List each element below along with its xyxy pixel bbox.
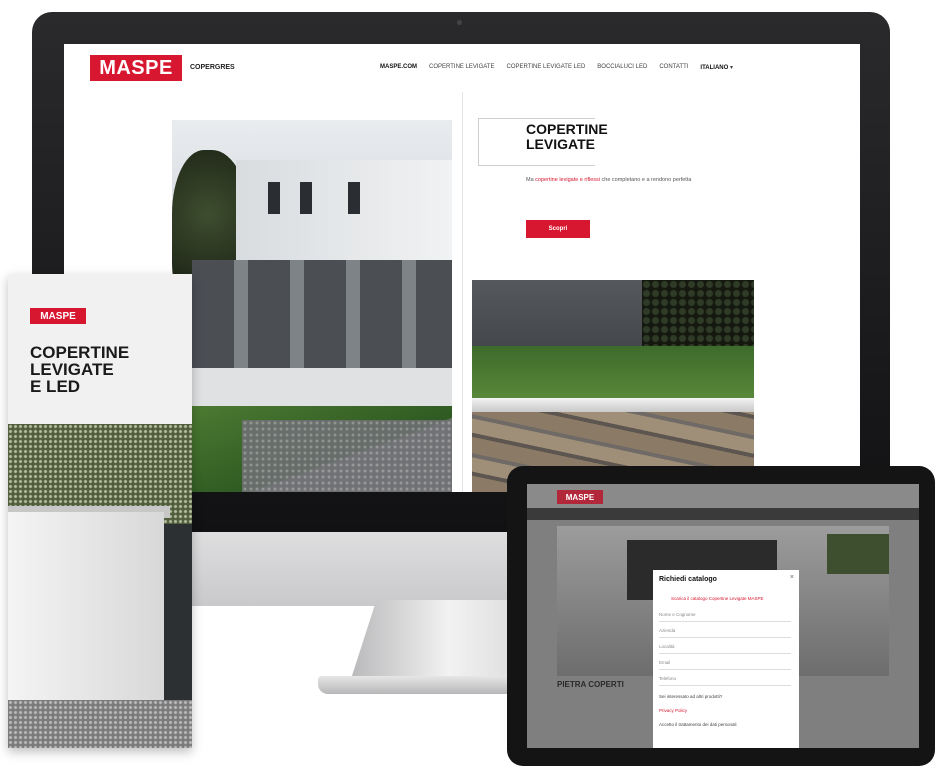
email-field[interactable]: Email: [659, 660, 791, 670]
fence-shape: [192, 260, 452, 370]
nav-item-maspe[interactable]: MASPE.COM: [380, 64, 417, 71]
tablet-logo[interactable]: MASPE: [557, 490, 603, 504]
close-icon[interactable]: ×: [790, 574, 794, 581]
page-title: COPERTINE LEVIGATE: [526, 122, 666, 152]
hedge-shape: [642, 280, 754, 350]
gravel-shape: [8, 700, 192, 748]
brochure-photo: [8, 424, 192, 748]
tablet-screen: MASPE PIETRA COPERTI Richiedi catalogo ×…: [527, 484, 919, 748]
main-nav: MASPE.COM COPERTINE LEVIGATE COPERTINE L…: [380, 64, 733, 71]
brochure-title: COPERTINE LEVIGATE E LED: [30, 344, 129, 395]
modal-title: Richiedi catalogo: [659, 576, 717, 583]
brochure-logo: MASPE: [30, 308, 86, 324]
intro-pre: Ma: [526, 177, 536, 183]
intro-post: che completano e a rendono perfetta: [599, 177, 692, 183]
tablet-subnav: [527, 508, 919, 520]
site-header: MASPE COPERGRES MASPE.COM COPERTINE LEVI…: [64, 44, 860, 92]
nav-item-boccialuci-led[interactable]: BOCCIALUCI LED: [597, 64, 647, 71]
catalog-modal: Richiedi catalogo × Scarica il catalogo …: [653, 570, 799, 748]
consent-checkbox-label[interactable]: Accetto il trattamento dei dati personal…: [659, 722, 793, 728]
brochure-cover: MASPE COPERTINE LEVIGATE E LED: [8, 274, 192, 748]
nav-item-copertine-levigate-led[interactable]: COPERTINE LEVIGATE LED: [506, 64, 585, 71]
window-shape: [268, 182, 280, 214]
language-label: ITALIANO: [700, 65, 729, 71]
nav-item-language[interactable]: ITALIANO ▾: [700, 64, 733, 71]
brochure-title-line3: E LED: [30, 377, 81, 396]
brochure-title-line2: LEVIGATE: [30, 360, 114, 379]
other-products-question: Sei interessato ad altri prodotti?: [659, 694, 723, 699]
gravel-shape: [242, 420, 452, 492]
coping-shape: [472, 398, 754, 412]
logo-subtitle: COPERGRES: [190, 64, 235, 71]
page-title-line1: COPERTINE: [526, 121, 608, 137]
window-shape: [300, 182, 312, 214]
phone-field[interactable]: Telefono: [659, 676, 791, 686]
lawn-shape: [472, 346, 754, 402]
column-divider: [462, 92, 463, 492]
company-field[interactable]: Azienda: [659, 628, 791, 638]
name-field[interactable]: Nome e Cognome: [659, 612, 791, 622]
city-field[interactable]: Località: [659, 644, 791, 654]
nav-item-contatti[interactable]: CONTATTI: [659, 64, 688, 71]
nav-item-copertine-levigate[interactable]: COPERTINE LEVIGATE: [429, 64, 494, 71]
camera-icon: [457, 20, 462, 25]
privacy-policy-link[interactable]: Privacy Policy: [659, 708, 793, 714]
brochure-title-line1: COPERTINE: [30, 343, 130, 362]
download-catalog-link[interactable]: Scarica il catalogo Copertine Levigate M…: [671, 596, 764, 601]
wall-shape: [172, 368, 452, 408]
window-shape: [348, 182, 360, 214]
intro-link[interactable]: copertine levigate e riflessi: [535, 177, 600, 183]
hero-photo: [172, 120, 452, 492]
tablet-header: MASPE: [527, 484, 919, 508]
site-logo[interactable]: MASPE: [90, 55, 182, 81]
tablet-caption: PIETRA COPERTI: [557, 680, 624, 689]
intro-text: Ma copertine levigate e riflessi che com…: [526, 176, 746, 185]
tablet-device: MASPE PIETRA COPERTI Richiedi catalogo ×…: [507, 466, 935, 766]
discover-button[interactable]: Scopri: [526, 220, 590, 238]
wall-shape: [8, 512, 164, 712]
product-photo: [472, 280, 754, 492]
plant-shape: [827, 534, 889, 574]
page-title-line2: LEVIGATE: [526, 136, 595, 152]
chevron-down-icon: ▾: [729, 65, 733, 71]
